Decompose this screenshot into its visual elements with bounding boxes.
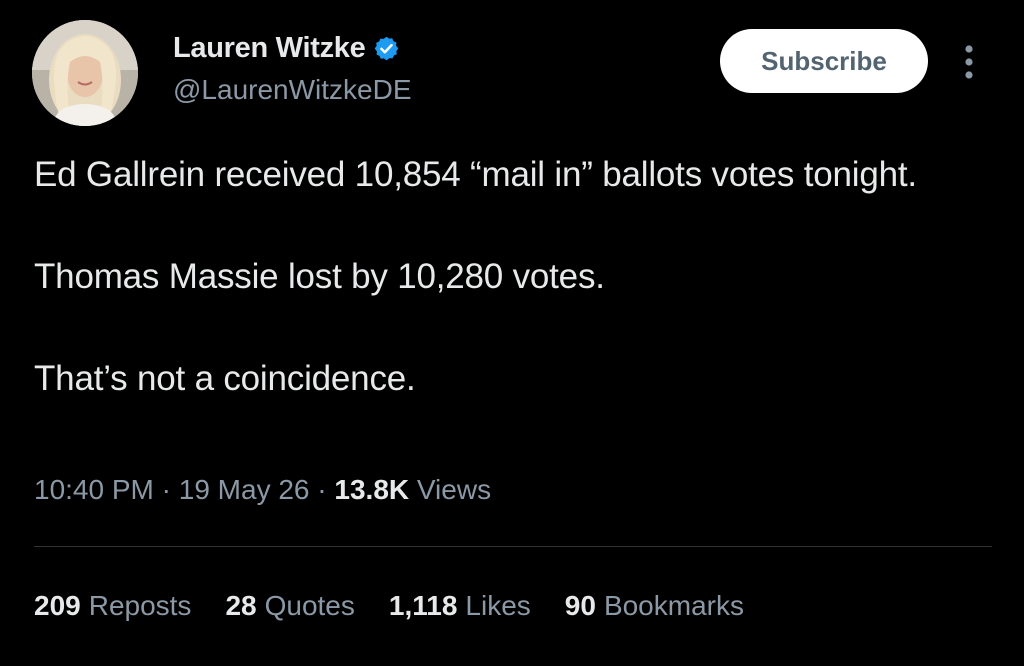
avatar-image bbox=[32, 20, 138, 126]
meta-separator: · bbox=[153, 474, 179, 505]
tweet-time[interactable]: 10:40 PM bbox=[34, 474, 154, 505]
more-vertical-icon[interactable] bbox=[958, 43, 980, 81]
tweet-text: Ed Gallrein received 10,854 “mail in” ba… bbox=[34, 150, 984, 403]
bookmarks-label: Bookmarks bbox=[603, 590, 744, 621]
views-count: 13.8K bbox=[334, 474, 410, 505]
likes-stat[interactable]: 1,118 Likes bbox=[389, 590, 531, 622]
likes-count: 1,118 bbox=[388, 590, 458, 621]
reposts-label: Reposts bbox=[88, 590, 192, 621]
reposts-count: 209 bbox=[34, 590, 81, 621]
author-display-name[interactable]: Lauren Witzke bbox=[173, 32, 366, 65]
bookmarks-count: 90 bbox=[564, 590, 596, 621]
avatar[interactable] bbox=[32, 20, 138, 126]
reposts-stat[interactable]: 209 Reposts bbox=[34, 590, 191, 622]
quotes-count: 28 bbox=[225, 590, 257, 621]
views-label: Views bbox=[416, 474, 492, 505]
divider bbox=[34, 546, 992, 547]
tweet-paragraph: That’s not a coincidence. bbox=[34, 359, 416, 398]
subscribe-button[interactable]: Subscribe bbox=[720, 29, 928, 93]
bookmarks-stat[interactable]: 90 Bookmarks bbox=[565, 590, 744, 622]
author-name-row[interactable]: Lauren Witzke bbox=[173, 32, 400, 65]
likes-label: Likes bbox=[465, 590, 531, 621]
tweet-date[interactable]: 19 May 26 bbox=[179, 474, 310, 505]
quotes-stat[interactable]: 28 Quotes bbox=[225, 590, 354, 622]
quotes-label: Quotes bbox=[264, 590, 355, 621]
engagement-stats: 209 Reposts 28 Quotes 1,118 Likes 90 Bookmar… bbox=[34, 590, 744, 622]
author-handle[interactable]: @LaurenWitzkeDE bbox=[173, 74, 412, 106]
tweet-meta: 10:40 PM · 19 May 26 · 13.8K Views bbox=[34, 474, 491, 506]
meta-separator: · bbox=[309, 474, 335, 505]
verified-badge-icon bbox=[373, 35, 400, 62]
tweet-paragraph: Thomas Massie lost by 10,280 votes. bbox=[34, 257, 605, 296]
tweet-paragraph: Ed Gallrein received 10,854 “mail in” ba… bbox=[34, 155, 917, 194]
